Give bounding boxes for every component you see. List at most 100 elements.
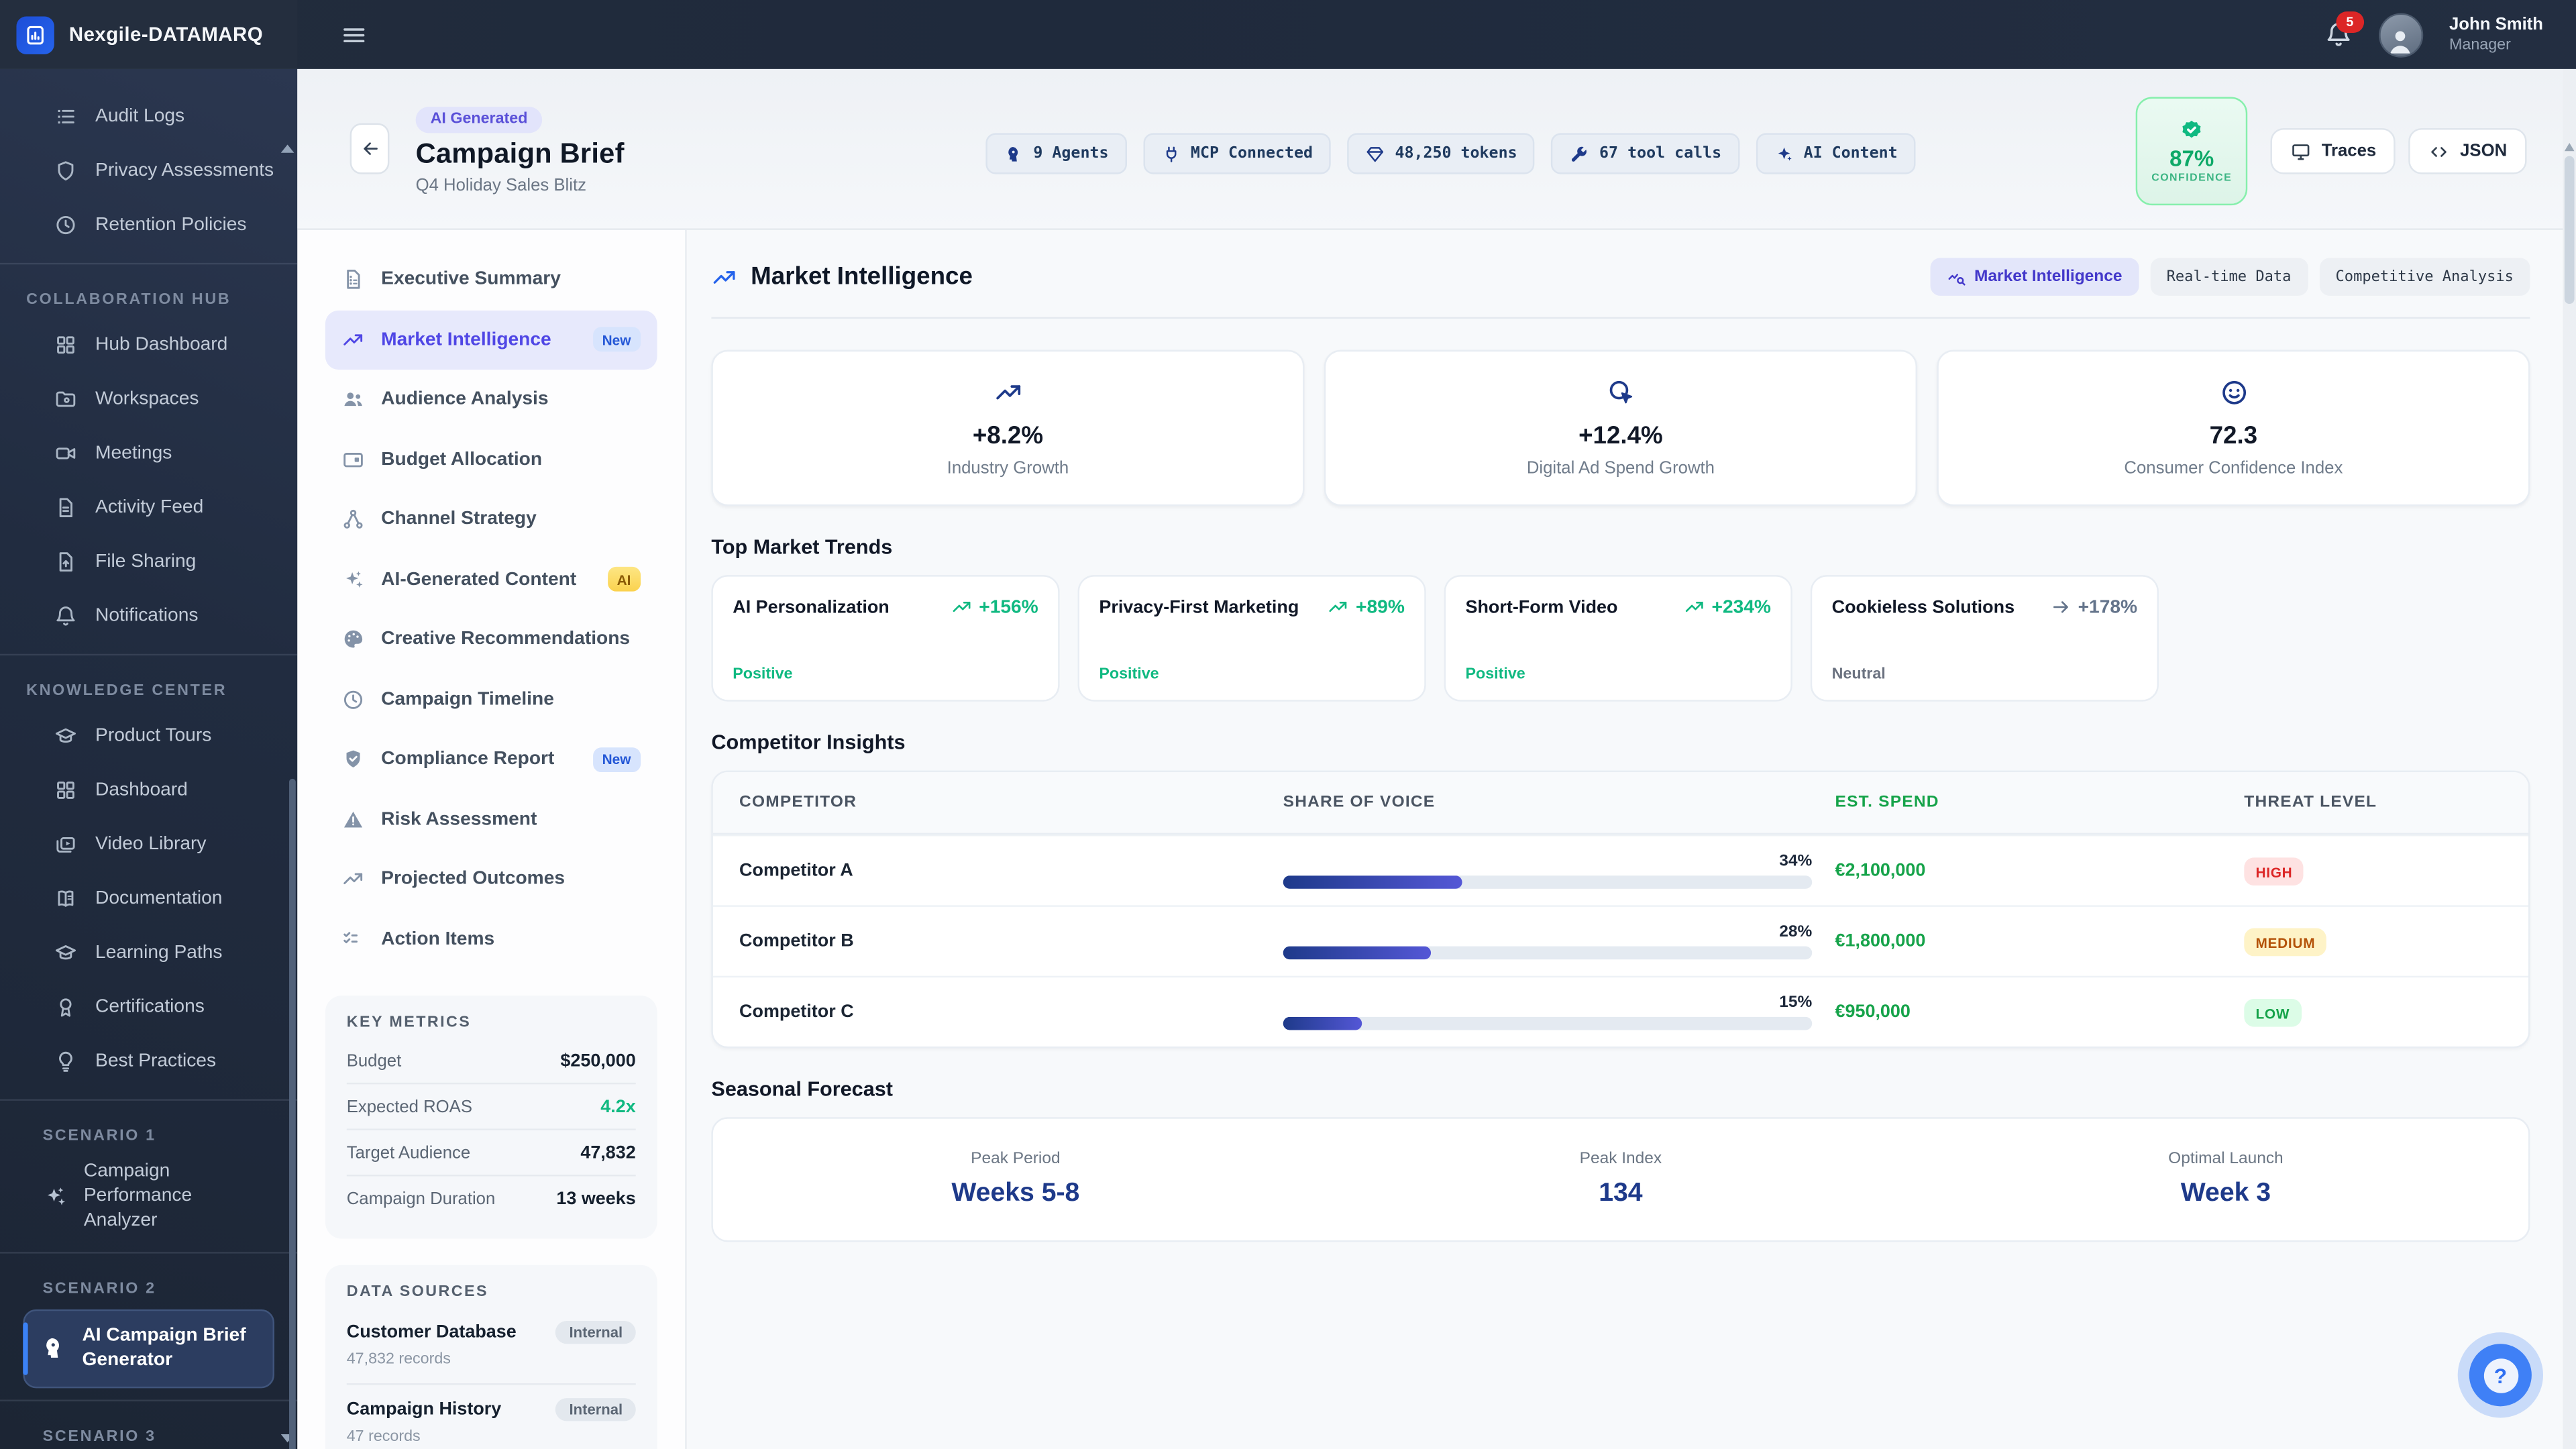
- column-header: EST. SPEND: [1835, 793, 1939, 812]
- video-icon: [54, 441, 77, 464]
- scenario-item-campaign-performance-analyzer[interactable]: Campaign Performance Analyzer: [0, 1153, 297, 1240]
- doc-nav-item-risk-assessment[interactable]: Risk Assessment: [325, 790, 657, 849]
- notification-count-badge: 5: [2336, 11, 2364, 33]
- stat-pill-67-tool-calls[interactable]: 67 tool calls: [1552, 133, 1740, 174]
- grid-icon: [54, 333, 77, 356]
- doc-nav-item-creative-recommendations[interactable]: Creative Recommendations: [325, 610, 657, 669]
- share-bar-track: [1283, 1016, 1813, 1030]
- threat-cell: MEDIUM: [2244, 926, 2528, 957]
- sidebar-item-certifications[interactable]: Certifications: [0, 979, 297, 1034]
- metric-value: 4.2x: [600, 1096, 636, 1117]
- stat-cards-row: +8.2% Industry Growth +12.4% Digital Ad Spe…: [711, 350, 2530, 506]
- grid-icon: [54, 778, 77, 801]
- divider: [0, 1399, 298, 1401]
- brand: Nexgile-DATAMARQ: [0, 0, 298, 69]
- doc-nav-item-compliance-report[interactable]: Compliance Report New: [325, 729, 657, 789]
- sidebar-item-label: Meetings: [95, 443, 172, 463]
- trend-cards-row: AI Personalization +156% Positive Privacy-F…: [711, 575, 2530, 702]
- top-bar-right: 5 John Smith Manager: [2324, 11, 2576, 57]
- trend-sentiment: Positive: [1099, 665, 1159, 684]
- divider: [0, 653, 298, 656]
- trend-card-cookieless-solutions: Cookieless Solutions +178% Neutral: [1810, 575, 2159, 702]
- button-label: Traces: [2321, 141, 2377, 162]
- json-button[interactable]: JSON: [2409, 128, 2527, 174]
- menu-icon[interactable]: [340, 21, 368, 49]
- threat-cell: LOW: [2244, 997, 2528, 1028]
- trend-sentiment: Positive: [1465, 665, 1525, 684]
- sidebar-item-hub-dashboard[interactable]: Hub Dashboard: [0, 317, 297, 372]
- sidebar-item-label: Workspaces: [95, 388, 199, 409]
- scenario-item-label: AI Campaign Brief Generator: [82, 1325, 246, 1370]
- forecast-value: 134: [1599, 1179, 1643, 1208]
- page-header: AI Generated Campaign Brief Q4 Holiday S…: [297, 68, 2576, 230]
- agents-icon: [1004, 144, 1023, 163]
- tab-market-intelligence[interactable]: Market Intelligence: [1929, 258, 2139, 296]
- stat-pill-ai-content[interactable]: AI Content: [1756, 133, 1916, 174]
- doc-nav-item-budget-allocation[interactable]: Budget Allocation: [325, 429, 657, 489]
- traces-button[interactable]: Traces: [2270, 128, 2396, 174]
- share-of-voice-cell: 15%: [1283, 994, 1835, 1030]
- doc-nav-item-audience-analysis[interactable]: Audience Analysis: [325, 370, 657, 429]
- doc-nav-item-projected-outcomes[interactable]: Projected Outcomes: [325, 849, 657, 909]
- scrollbar-thumb[interactable]: [2564, 156, 2575, 305]
- sidebar-item-meetings[interactable]: Meetings: [0, 425, 297, 480]
- key-metrics-title: KEY METRICS: [346, 1014, 472, 1032]
- trend-delta: +156%: [951, 596, 1038, 618]
- button-label: JSON: [2460, 141, 2508, 162]
- tabchart-icon: [1946, 267, 1966, 286]
- sidebar-item-workspaces[interactable]: Workspaces: [0, 371, 297, 425]
- stat-card-industry-growth: +8.2% Industry Growth: [711, 350, 1305, 506]
- help-button[interactable]: ?: [2469, 1344, 2532, 1407]
- stat-card-consumer-confidence-index: 72.3 Consumer Confidence Index: [1937, 350, 2530, 506]
- main-scrollbar[interactable]: [2563, 68, 2576, 1449]
- scenario-item-ai-campaign-brief-generator[interactable]: AI Campaign Brief Generator: [23, 1309, 274, 1388]
- sidebar-item-activity-feed[interactable]: Activity Feed: [0, 480, 297, 534]
- doc-nav-label: AI-Generated Content: [381, 570, 577, 590]
- share-bar-fill: [1283, 875, 1463, 889]
- stat-pill-mcp-connected[interactable]: MCP Connected: [1142, 133, 1331, 174]
- tab-competitive-analysis[interactable]: Competitive Analysis: [2319, 258, 2530, 296]
- stat-pill-48-250-tokens[interactable]: 48,250 tokens: [1347, 133, 1536, 174]
- sidebar-item-retention-policies[interactable]: Retention Policies: [0, 197, 297, 252]
- stat-pill-label: 9 Agents: [1033, 144, 1109, 163]
- sidebar-item-notifications[interactable]: Notifications: [0, 588, 297, 643]
- metric-label: Campaign Duration: [346, 1188, 496, 1209]
- doc-nav-item-channel-strategy[interactable]: Channel Strategy: [325, 490, 657, 549]
- user-avatar[interactable]: [2378, 12, 2423, 57]
- data-source-records: 47,832 records: [346, 1350, 451, 1369]
- doc-nav-item-action-items[interactable]: Action Items: [325, 910, 657, 969]
- tab-real-time-data[interactable]: Real-time Data: [2150, 258, 2308, 296]
- user-block[interactable]: John Smith Manager: [2449, 14, 2543, 54]
- sidebar-section-title: COLLABORATION HUB: [26, 290, 231, 309]
- badge-check-icon: [2179, 118, 2205, 144]
- share-bar-track: [1283, 875, 1813, 889]
- sidebar-item-privacy-assessments[interactable]: Privacy Assessments: [0, 143, 297, 197]
- sidebar-item-product-tours[interactable]: Product Tours: [0, 708, 297, 763]
- sidebar-item-learning-paths[interactable]: Learning Paths: [0, 925, 297, 979]
- sidebar-scrollbar[interactable]: [289, 778, 296, 1449]
- sidebar-item-documentation[interactable]: Documentation: [0, 871, 297, 925]
- sidebar-item-file-sharing[interactable]: File Sharing: [0, 534, 297, 588]
- doc-nav-item-ai-generated-content[interactable]: AI-Generated Content AI: [325, 549, 657, 609]
- share-percentage: 28%: [1779, 923, 1813, 942]
- doc-nav-item-campaign-timeline[interactable]: Campaign Timeline: [325, 669, 657, 729]
- sidebar-item-audit-logs[interactable]: Audit Logs: [0, 89, 297, 143]
- wrench-icon: [1570, 144, 1589, 163]
- sidebar-item-dashboard[interactable]: Dashboard: [0, 762, 297, 816]
- notifications-bell[interactable]: 5: [2324, 11, 2364, 49]
- back-button[interactable]: [350, 123, 390, 174]
- doc-nav-item-executive-summary[interactable]: Executive Summary: [325, 250, 657, 309]
- doc-nav-item-market-intelligence[interactable]: Market Intelligence New: [325, 309, 657, 370]
- sidebar-item-label: Dashboard: [95, 780, 188, 800]
- header-stat-pills: 9 Agents MCP Connected 48,250 tokens 67 too…: [985, 133, 1916, 174]
- scroll-up-icon[interactable]: [2564, 143, 2575, 152]
- forecast-label: Peak Index: [1579, 1150, 1662, 1169]
- sidebar-item-video-library[interactable]: Video Library: [0, 816, 297, 871]
- arrowright-icon: [2050, 596, 2072, 618]
- headgear-icon: [41, 1336, 66, 1361]
- sidebar-scroll-up-icon[interactable]: [280, 144, 294, 153]
- sidebar-item-best-practices[interactable]: Best Practices: [0, 1033, 297, 1087]
- stat-pill-9-agents[interactable]: 9 Agents: [985, 133, 1127, 174]
- section-title-text: Market Intelligence: [751, 262, 973, 291]
- estimated-spend: €1,800,000: [1835, 931, 1926, 951]
